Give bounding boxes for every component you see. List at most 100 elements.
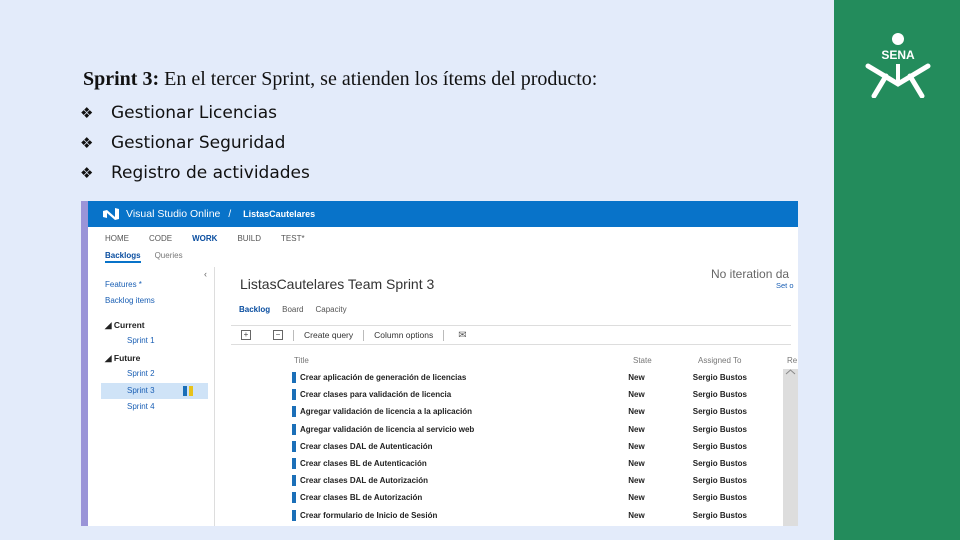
bullet-item: ❖ Gestionar Seguridad bbox=[80, 128, 310, 158]
menu-code[interactable]: CODE bbox=[149, 234, 172, 243]
item-state: New bbox=[628, 493, 645, 503]
tab-capacity[interactable]: Capacity bbox=[315, 305, 346, 314]
item-state: New bbox=[628, 441, 645, 451]
item-assigned: Sergio Bustos bbox=[692, 459, 747, 469]
item-state: New bbox=[628, 424, 645, 434]
item-title[interactable]: Crear clases BL de Autorización bbox=[300, 493, 628, 502]
item-title[interactable]: Crear clases DAL de Autenticación bbox=[300, 442, 628, 451]
sub-menu: Backlogs Queries bbox=[105, 251, 183, 263]
bullet-text: Gestionar Seguridad bbox=[111, 133, 286, 153]
expand-all-icon[interactable]: + bbox=[241, 330, 251, 340]
table-row[interactable]: Crear clases DAL de Autorización New Sergi… bbox=[292, 472, 782, 489]
work-item-type-bar bbox=[292, 458, 296, 470]
backlog-toolbar: + − Create query Column options ✉ bbox=[231, 325, 791, 345]
tab-queries[interactable]: Queries bbox=[155, 251, 183, 263]
column-options-button[interactable]: Column options bbox=[374, 330, 433, 340]
tab-backlogs[interactable]: Backlogs bbox=[105, 251, 141, 263]
nav-sprint-3[interactable]: Sprint 3 bbox=[127, 386, 155, 395]
nav-current-group[interactable]: ◢ Current bbox=[105, 320, 145, 331]
capacity-bar-icon bbox=[189, 386, 193, 396]
scrollbar[interactable] bbox=[783, 369, 798, 526]
visual-studio-icon bbox=[103, 208, 119, 220]
table-row[interactable]: Crear aplicación de generación de licenc… bbox=[292, 369, 782, 386]
table-row[interactable]: Crear formulario de Inicio de Sesión New S… bbox=[292, 507, 782, 524]
logo-text: SENA bbox=[881, 48, 915, 62]
screenshot-edge bbox=[81, 201, 88, 526]
diamond-bullet-icon: ❖ bbox=[80, 104, 94, 122]
menu-home[interactable]: HOME bbox=[105, 234, 129, 243]
work-item-type-bar bbox=[292, 423, 296, 435]
nav-sprint-4[interactable]: Sprint 4 bbox=[127, 402, 155, 411]
sena-logo: SENA bbox=[865, 33, 931, 98]
item-state: New bbox=[628, 390, 645, 400]
project-name[interactable]: ListasCautelares bbox=[243, 209, 315, 219]
work-item-type-bar bbox=[292, 440, 296, 452]
nav-backlog-items[interactable]: Backlog items bbox=[105, 296, 155, 305]
table-row[interactable]: Crear clases para validación de licencia… bbox=[292, 386, 782, 403]
work-item-type-bar bbox=[292, 492, 296, 504]
menu-build[interactable]: BUILD bbox=[237, 234, 261, 243]
work-item-type-bar bbox=[292, 389, 296, 401]
top-bar: Visual Studio Online / ListasCautelares bbox=[88, 201, 798, 227]
item-assigned: Sergio Bustos bbox=[692, 510, 747, 520]
nav-sprint-2[interactable]: Sprint 2 bbox=[127, 369, 155, 378]
team-sprint-title: ListasCautelares Team Sprint 3 bbox=[240, 276, 435, 292]
main-menu: HOME CODE WORK BUILD TEST* bbox=[105, 234, 325, 243]
work-item-type-bar bbox=[292, 509, 296, 521]
bullet-text: Registro de actividades bbox=[111, 163, 310, 183]
scroll-up-arrow-icon[interactable] bbox=[785, 369, 796, 375]
table-row[interactable]: Agregar validación de licencia al servic… bbox=[292, 421, 782, 438]
table-row[interactable]: Agregar validación de licencia a la apli… bbox=[292, 403, 782, 420]
column-header-state[interactable]: State bbox=[633, 356, 652, 365]
toolbar-divider bbox=[443, 329, 445, 341]
item-assigned: Sergio Bustos bbox=[692, 373, 747, 383]
table-row[interactable]: Crear clases BL de Autorización New Sergio… bbox=[292, 489, 782, 506]
item-title[interactable]: Crear clases DAL de Autorización bbox=[300, 476, 628, 485]
item-state: New bbox=[628, 510, 645, 520]
item-title[interactable]: Crear formulario de Inicio de Sesión bbox=[300, 511, 628, 520]
column-header-title[interactable]: Title bbox=[294, 356, 309, 365]
embedded-screenshot: Visual Studio Online / ListasCautelares … bbox=[81, 201, 798, 526]
column-header-remaining[interactable]: Re bbox=[787, 356, 797, 365]
diamond-bullet-icon: ❖ bbox=[80, 134, 94, 152]
item-title[interactable]: Agregar validación de licencia al servic… bbox=[300, 425, 628, 434]
bullet-item: ❖ Registro de actividades bbox=[80, 158, 310, 188]
bullet-item: ❖ Gestionar Licencias bbox=[80, 98, 310, 128]
work-item-type-bar bbox=[292, 406, 296, 418]
item-title[interactable]: Crear aplicación de generación de licenc… bbox=[300, 373, 628, 382]
app-name[interactable]: Visual Studio Online bbox=[126, 208, 220, 220]
nav-sprint-1[interactable]: Sprint 1 bbox=[127, 336, 155, 345]
tab-backlog[interactable]: Backlog bbox=[239, 305, 270, 314]
breadcrumb-separator: / bbox=[228, 208, 232, 220]
item-assigned: Sergio Bustos bbox=[692, 407, 747, 417]
item-assigned: Sergio Bustos bbox=[692, 441, 747, 451]
create-query-button[interactable]: Create query bbox=[304, 330, 353, 340]
set-dates-link[interactable]: Set o bbox=[776, 281, 794, 290]
bullet-text: Gestionar Licencias bbox=[111, 103, 277, 123]
item-state: New bbox=[628, 476, 645, 486]
item-title[interactable]: Crear clases BL de Autenticación bbox=[300, 459, 628, 468]
slide-heading: Sprint 3: En el tercer Sprint, se atiend… bbox=[83, 68, 597, 91]
item-title[interactable]: Agregar validación de licencia a la apli… bbox=[300, 407, 628, 416]
email-icon[interactable]: ✉ bbox=[458, 330, 466, 341]
menu-work[interactable]: WORK bbox=[192, 234, 217, 243]
menu-test[interactable]: TEST* bbox=[281, 234, 305, 243]
heading-text: En el tercer Sprint, se atienden los íte… bbox=[159, 68, 598, 90]
item-title[interactable]: Crear clases para validación de licencia bbox=[300, 390, 628, 399]
tab-board[interactable]: Board bbox=[282, 305, 303, 314]
item-assigned: Sergio Bustos bbox=[692, 390, 747, 400]
toolbar-divider bbox=[363, 329, 365, 341]
diamond-bullet-icon: ❖ bbox=[80, 164, 94, 182]
table-row[interactable]: Crear clases BL de Autenticación New Sergi… bbox=[292, 455, 782, 472]
item-assigned: Sergio Bustos bbox=[692, 476, 747, 486]
column-header-assigned[interactable]: Assigned To bbox=[698, 356, 741, 365]
backlog-table: Crear aplicación de generación de licenc… bbox=[292, 369, 782, 524]
collapse-pane-icon[interactable]: ‹ bbox=[204, 269, 207, 279]
item-assigned: Sergio Bustos bbox=[692, 424, 747, 434]
nav-features[interactable]: Features * bbox=[105, 280, 142, 289]
heading-bold: Sprint 3: bbox=[83, 68, 160, 90]
table-row[interactable]: Crear clases DAL de Autenticación New Serg… bbox=[292, 438, 782, 455]
item-state: New bbox=[628, 373, 645, 383]
nav-future-group[interactable]: ◢ Future bbox=[105, 353, 140, 364]
collapse-all-icon[interactable]: − bbox=[273, 330, 283, 340]
